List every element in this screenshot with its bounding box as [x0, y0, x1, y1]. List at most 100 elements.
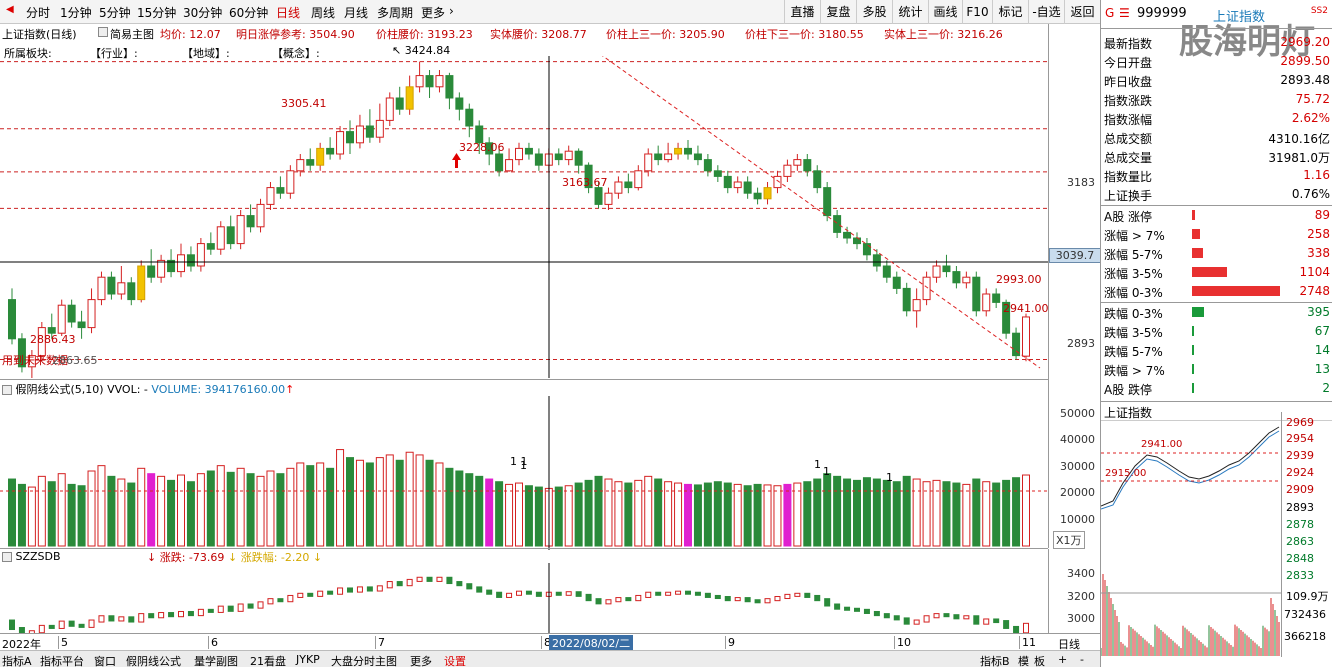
- candle-body-94: [942, 265, 951, 273]
- mode-label[interactable]: 简易主图: [110, 26, 154, 42]
- btn-统计[interactable]: 统计: [892, 0, 928, 24]
- volume-bar-72: [723, 482, 732, 547]
- candlestick-chart[interactable]: [0, 56, 1048, 378]
- candle-body-66: [664, 153, 673, 161]
- ind-bar-82: [824, 598, 831, 607]
- volume-bar-30: [306, 465, 315, 547]
- ind-bar-31: [317, 590, 324, 597]
- volume-chart[interactable]: 1 1 1 1 1 1: [0, 396, 1048, 550]
- volume-bar-28: [286, 467, 295, 547]
- tab-分时[interactable]: 分时: [26, 4, 50, 21]
- candle-body-83: [833, 215, 842, 233]
- volume-bar-19: [196, 473, 205, 547]
- vol-mark-4: 1: [823, 465, 830, 478]
- volume-bar-60: [604, 478, 613, 547]
- volume-bar-7: [77, 485, 86, 547]
- volume-bar-9: [97, 465, 106, 547]
- bottom-tabs: 指标A 指标平台 窗口 假阴线公式 量学副图 21看盘 JYKP 大盘分时主图 …: [0, 650, 1100, 668]
- candle-body-61: [614, 181, 623, 194]
- volume-bar-70: [703, 482, 712, 547]
- btn-F10[interactable]: F10: [962, 0, 992, 24]
- down-bar-1: [1192, 326, 1194, 336]
- btn-标记[interactable]: 标记: [992, 0, 1028, 24]
- ind-bar-98: [983, 618, 990, 625]
- tab-更多[interactable]: 更多: [421, 4, 445, 21]
- tab-周线[interactable]: 周线: [311, 4, 335, 21]
- ind-bar-12: [128, 616, 135, 623]
- down-row-2: 跌幅 5-7% 14: [1104, 343, 1330, 359]
- tab-JYKP[interactable]: JYKP: [296, 653, 320, 666]
- axis-current-price: 3039.7: [1049, 248, 1101, 263]
- candle-body-22: [226, 226, 235, 245]
- menu-icon[interactable]: ☰: [1119, 6, 1130, 20]
- btn-画线[interactable]: 画线: [928, 0, 962, 24]
- ind-bar-3: [38, 624, 45, 634]
- mode-box-icon[interactable]: [98, 27, 108, 37]
- ind-bar-56: [565, 591, 572, 596]
- tab-日线[interactable]: 日线: [276, 4, 300, 21]
- down-bar-3: [1192, 364, 1194, 374]
- ind-bar-23: [237, 603, 244, 612]
- tab-1分钟[interactable]: 1分钟: [60, 4, 92, 21]
- up-row-4: 涨幅 0-3% 2748: [1104, 284, 1330, 300]
- vol-mark-5: 1: [886, 471, 893, 484]
- vol-mark-2: 1: [520, 459, 527, 472]
- tab-多周期[interactable]: 多周期: [377, 4, 413, 21]
- zoom-in-button[interactable]: +: [1058, 653, 1067, 666]
- btn-自选[interactable]: -自选: [1028, 0, 1064, 24]
- ind-bar-47: [476, 586, 483, 593]
- tab-30分钟[interactable]: 30分钟: [183, 4, 222, 21]
- volume-bar-11: [117, 478, 126, 547]
- stat-row-8: 上证换手 0.76%: [1104, 187, 1330, 203]
- tab-月线[interactable]: 月线: [344, 4, 368, 21]
- zoom-out-button[interactable]: -: [1080, 653, 1084, 666]
- volume-bar-95: [952, 482, 961, 547]
- btn-多股[interactable]: 多股: [856, 0, 892, 24]
- volume-bar-3: [37, 475, 46, 547]
- ind-bar-19: [197, 608, 204, 617]
- ind-bar-27: [277, 598, 284, 603]
- btn-直播[interactable]: 直播: [784, 0, 820, 24]
- back-arrow-icon[interactable]: ◀: [6, 4, 14, 15]
- btn-返回[interactable]: 返回: [1064, 0, 1100, 24]
- ind-bar-41: [416, 576, 423, 582]
- ind-bar-49: [496, 591, 503, 598]
- chevron-right-icon[interactable]: ›: [449, 4, 454, 18]
- ind-bar-58: [585, 593, 592, 602]
- down-bar-4: [1192, 383, 1194, 393]
- ind-bar-7: [78, 623, 85, 628]
- candle-body-55: [554, 153, 563, 161]
- label-2941: 2941.00: [1003, 302, 1049, 315]
- ind-bar-36: [366, 586, 373, 592]
- candle-body-49: [495, 153, 504, 172]
- candle-body-102: [1022, 316, 1030, 357]
- ind-bar-83: [834, 603, 841, 610]
- btn-复盘[interactable]: 复盘: [820, 0, 856, 24]
- tab-60分钟[interactable]: 60分钟: [229, 4, 268, 21]
- ind-bar-59: [595, 598, 602, 605]
- up-bar-3: [1192, 267, 1228, 277]
- tab-5分钟[interactable]: 5分钟: [99, 4, 131, 21]
- candle-body-10: [107, 276, 116, 295]
- ind-bar-40: [406, 578, 413, 587]
- volume-bar-29: [296, 462, 305, 547]
- volume-bar-41: [415, 454, 424, 547]
- candle-body-90: [902, 287, 911, 312]
- volume-bar-56: [564, 485, 573, 547]
- candle-body-0: [8, 299, 16, 340]
- ind-bar-88: [883, 613, 890, 619]
- ind-tick-0: 3400: [1067, 567, 1095, 580]
- indicator-chart[interactable]: [0, 563, 1048, 635]
- volume-bar-75: [753, 483, 762, 547]
- tab-15分钟[interactable]: 15分钟: [137, 4, 176, 21]
- candle-body-6: [67, 304, 76, 323]
- volume-bar-73: [733, 483, 742, 547]
- vol-title: 假阴线公式(5,10) VVOL: - VOLUME: 394176160.00…: [2, 381, 294, 397]
- candle-body-42: [425, 75, 434, 88]
- trend-line[interactable]: [600, 56, 1041, 369]
- volume-bar-77: [773, 485, 782, 547]
- candle-body-34: [346, 131, 354, 144]
- ind-bar-29: [297, 592, 304, 598]
- volume-bar-83: [833, 475, 842, 547]
- ind-bar-79: [794, 592, 801, 597]
